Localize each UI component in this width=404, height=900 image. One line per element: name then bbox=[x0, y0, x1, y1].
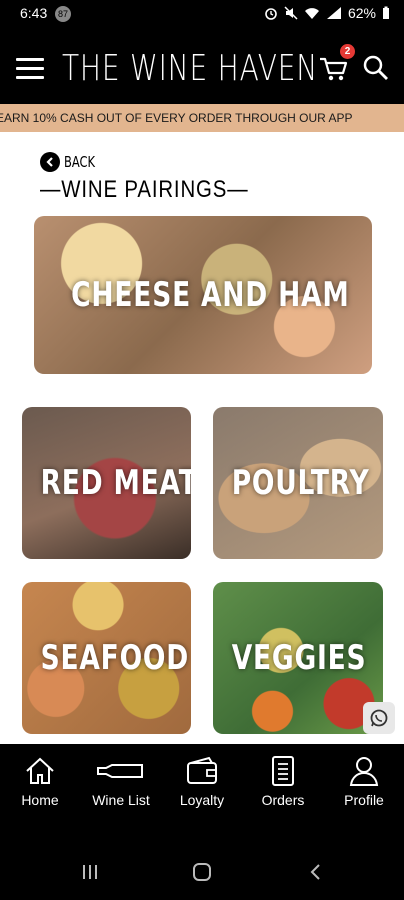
back-label: BACK bbox=[64, 153, 96, 171]
notification-badge: 87 bbox=[55, 6, 71, 22]
pairing-tile-red-meat[interactable]: RED MEAT bbox=[22, 407, 191, 559]
promo-text: EARN 10% CASH OUT OF EVERY ORDER THROUGH… bbox=[0, 111, 353, 125]
tile-label: RED MEAT bbox=[40, 463, 191, 503]
search-icon[interactable] bbox=[362, 54, 390, 82]
app-header: THE WINE HAVEN 2 bbox=[0, 28, 404, 104]
recent-apps-icon[interactable] bbox=[80, 862, 100, 882]
nav-item-profile[interactable]: Profile bbox=[324, 752, 404, 808]
signal-icon bbox=[326, 7, 341, 19]
pairing-tile-poultry[interactable]: POULTRY bbox=[213, 407, 383, 559]
pairing-tile-cheese-and-ham[interactable]: CHEESE AND HAM bbox=[34, 216, 372, 374]
nav-item-orders[interactable]: Orders bbox=[243, 752, 323, 808]
status-icons: 62% bbox=[264, 5, 390, 21]
tile-label: VEGGIES bbox=[231, 638, 367, 678]
nav-label: Loyalty bbox=[179, 792, 225, 808]
cart-count-badge: 2 bbox=[340, 44, 355, 59]
battery-icon bbox=[383, 6, 389, 19]
tile-label: POULTRY bbox=[231, 463, 370, 503]
system-nav-bar bbox=[0, 844, 404, 900]
home-icon bbox=[26, 757, 54, 784]
home-button-icon[interactable] bbox=[192, 862, 212, 882]
nav-item-loyalty[interactable]: Loyalty bbox=[162, 752, 242, 808]
status-bar: 6:43 87 62% bbox=[0, 0, 404, 28]
receipt-icon bbox=[272, 756, 294, 786]
tile-label: SEAFOOD bbox=[40, 638, 190, 678]
app-logo[interactable]: THE WINE HAVEN bbox=[62, 48, 318, 89]
pairing-tile-veggies[interactable]: VEGGIES bbox=[213, 582, 383, 734]
mute-icon bbox=[284, 6, 298, 20]
nav-label: Wine List bbox=[92, 792, 150, 808]
bottom-nav: Home Wine List Loyalty Orders Profile bbox=[0, 744, 404, 844]
main-content: BACK —WINE PAIRINGS— CHEESE AND HAM RED … bbox=[0, 132, 404, 744]
back-nav-icon[interactable] bbox=[306, 862, 326, 882]
battery-percent: 62% bbox=[347, 5, 376, 21]
nav-item-wine-list[interactable]: Wine List bbox=[81, 752, 161, 808]
wifi-icon bbox=[304, 8, 319, 19]
bottle-icon bbox=[97, 764, 143, 778]
back-button[interactable]: BACK bbox=[40, 152, 101, 172]
back-arrow-icon bbox=[40, 152, 60, 172]
page-title: —WINE PAIRINGS— bbox=[40, 176, 249, 203]
wallet-icon bbox=[187, 756, 217, 784]
pairing-tile-seafood[interactable]: SEAFOOD bbox=[22, 582, 191, 734]
status-time: 6:43 bbox=[20, 5, 48, 21]
nav-label: Home bbox=[21, 792, 59, 808]
nav-label: Orders bbox=[261, 792, 305, 808]
whatsapp-icon bbox=[370, 709, 388, 727]
promo-banner: EARN 10% CASH OUT OF EVERY ORDER THROUGH… bbox=[0, 104, 404, 132]
nav-label: Profile bbox=[344, 792, 384, 808]
alarm-icon bbox=[265, 8, 277, 20]
tile-label: CHEESE AND HAM bbox=[71, 275, 350, 315]
whatsapp-chat-button[interactable] bbox=[363, 702, 395, 734]
nav-item-home[interactable]: Home bbox=[0, 752, 80, 808]
user-icon bbox=[349, 757, 379, 786]
hamburger-menu-icon[interactable] bbox=[16, 58, 44, 80]
